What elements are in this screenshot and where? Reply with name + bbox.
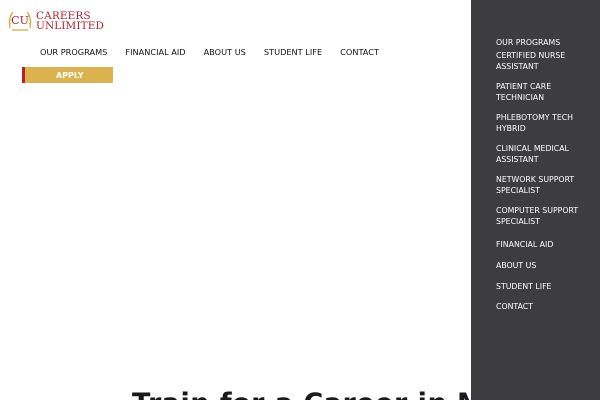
side-menu-item-computer-support-specialist[interactable]: COMPUTER SUPPORT SPECIALIST bbox=[496, 206, 596, 227]
side-menu-item-patient-care-technician[interactable]: PATIENT CARE TECHNICIAN bbox=[496, 82, 596, 103]
side-menu-item-student-life[interactable]: STUDENT LIFE bbox=[496, 282, 596, 293]
nav-item-about-us[interactable]: ABOUT US bbox=[204, 47, 246, 57]
nav-item-our-programs[interactable]: OUR PROGRAMS bbox=[40, 47, 107, 57]
logo-line-2: UNLIMITED bbox=[36, 20, 105, 32]
nav-item-financial-aid[interactable]: FINANCIAL AID bbox=[125, 47, 185, 57]
side-menu-item-about-us[interactable]: ABOUT US bbox=[496, 261, 596, 272]
nav-item-contact[interactable]: CONTACT bbox=[340, 47, 379, 57]
logo-emblem-icon: CU bbox=[8, 11, 32, 31]
side-menu-item-contact[interactable]: CONTACT bbox=[496, 302, 596, 313]
nav-item-student-life[interactable]: STUDENT LIFE bbox=[264, 47, 322, 57]
side-menu-panel: OUR PROGRAMS CERTIFIED NURSE ASSISTANT P… bbox=[471, 0, 600, 400]
side-menu-item-our-programs[interactable]: OUR PROGRAMS bbox=[496, 38, 596, 49]
side-menu-item-financial-aid[interactable]: FINANCIAL AID bbox=[496, 240, 596, 251]
side-menu-item-phlebotomy-tech-hybrid[interactable]: PHLEBOTOMY TECH HYBRID bbox=[496, 113, 596, 134]
side-menu-item-network-support-specialist[interactable]: NETWORK SUPPORT SPECIALIST bbox=[496, 175, 596, 196]
side-menu-item-clinical-medical-assistant[interactable]: CLINICAL MEDICAL ASSISTANT bbox=[496, 144, 596, 165]
logo[interactable]: CU CAREERS UNLIMITED bbox=[7, 7, 127, 35]
apply-button[interactable]: APPLY bbox=[22, 67, 113, 83]
main-nav: OUR PROGRAMS FINANCIAL AID ABOUT US STUD… bbox=[40, 47, 379, 57]
logo-initials: CU bbox=[11, 14, 29, 27]
side-menu-item-certified-nurse-assistant[interactable]: CERTIFIED NURSE ASSISTANT bbox=[496, 51, 596, 72]
page: CU CAREERS UNLIMITED OUR PROGRAMS FINANC… bbox=[0, 0, 600, 400]
logo-text: CAREERS UNLIMITED bbox=[36, 10, 105, 32]
